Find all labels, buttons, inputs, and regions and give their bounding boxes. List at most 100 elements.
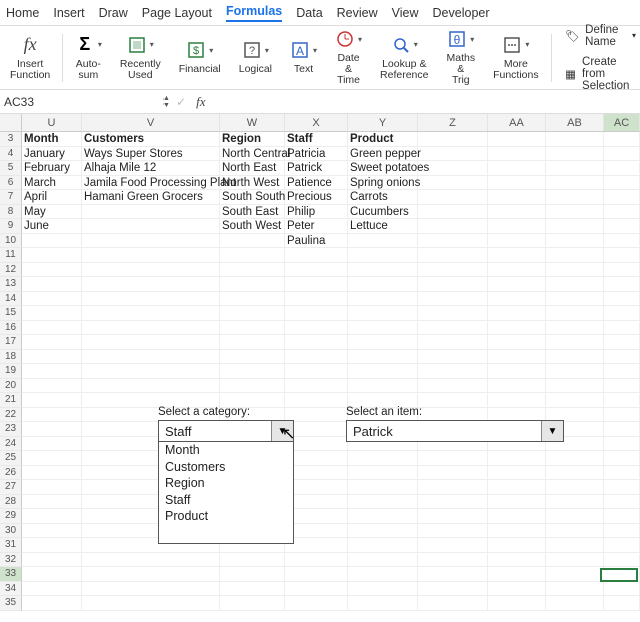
cell-X19[interactable]: [285, 364, 348, 379]
cell-AB7[interactable]: [546, 190, 604, 205]
cell-W5[interactable]: North East: [220, 161, 285, 176]
row-header-8[interactable]: 8: [0, 205, 22, 220]
cell-AA8[interactable]: [488, 205, 546, 220]
cell-Y19[interactable]: [348, 364, 418, 379]
cell-X9[interactable]: Peter: [285, 219, 348, 234]
row-header-18[interactable]: 18: [0, 350, 22, 365]
cell-Y35[interactable]: [348, 596, 418, 611]
cell-AC25[interactable]: [604, 451, 640, 466]
cell-Z5[interactable]: [418, 161, 488, 176]
name-box-spinner[interactable]: ▲▼: [163, 95, 170, 109]
cell-AC20[interactable]: [604, 379, 640, 394]
ribbon-maths-trig[interactable]: θ▾Maths &Trig: [441, 28, 482, 87]
row-header-11[interactable]: 11: [0, 248, 22, 263]
item-combo[interactable]: Patrick ▼: [346, 420, 564, 442]
category-combo[interactable]: Staff ▼: [158, 420, 294, 442]
name-box[interactable]: ▲▼: [0, 90, 146, 113]
row-header-25[interactable]: 25: [0, 451, 22, 466]
cell-AA31[interactable]: [488, 538, 546, 553]
row-header-3[interactable]: 3: [0, 132, 22, 147]
cell-X11[interactable]: [285, 248, 348, 263]
cell-AA17[interactable]: [488, 335, 546, 350]
cell-AC27[interactable]: [604, 480, 640, 495]
cell-AB26[interactable]: [546, 466, 604, 481]
cell-X22[interactable]: [285, 408, 348, 423]
cell-Z25[interactable]: [418, 451, 488, 466]
cell-X25[interactable]: [285, 451, 348, 466]
cell-Y5[interactable]: Sweet potatoes: [348, 161, 418, 176]
cell-Z21[interactable]: [418, 393, 488, 408]
category-dropdown-list[interactable]: MonthCustomersRegionStaffProduct: [158, 442, 294, 544]
cell-W6[interactable]: North West: [220, 176, 285, 191]
cell-AB14[interactable]: [546, 292, 604, 307]
cell-AC28[interactable]: [604, 495, 640, 510]
cell-Y8[interactable]: Cucumbers: [348, 205, 418, 220]
cell-Z9[interactable]: [418, 219, 488, 234]
col-header-AC[interactable]: AC: [604, 114, 640, 131]
cell-U25[interactable]: [22, 451, 82, 466]
cell-V6[interactable]: Jamila Food Processing Plant: [82, 176, 220, 191]
cell-AA13[interactable]: [488, 277, 546, 292]
cell-Y12[interactable]: [348, 263, 418, 278]
ribbon-logical[interactable]: ?▾Logical: [233, 28, 278, 87]
cell-Y29[interactable]: [348, 509, 418, 524]
cell-W12[interactable]: [220, 263, 285, 278]
cell-U32[interactable]: [22, 553, 82, 568]
cell-W3[interactable]: Region: [220, 132, 285, 147]
cell-U23[interactable]: [22, 422, 82, 437]
cell-Z31[interactable]: [418, 538, 488, 553]
cell-W15[interactable]: [220, 306, 285, 321]
cell-Z14[interactable]: [418, 292, 488, 307]
cell-AB21[interactable]: [546, 393, 604, 408]
cell-X30[interactable]: [285, 524, 348, 539]
cell-Z33[interactable]: [418, 567, 488, 582]
cell-X20[interactable]: [285, 379, 348, 394]
cell-U5[interactable]: February: [22, 161, 82, 176]
cell-Y3[interactable]: Product: [348, 132, 418, 147]
row-header-7[interactable]: 7: [0, 190, 22, 205]
cell-Z26[interactable]: [418, 466, 488, 481]
cell-Z19[interactable]: [418, 364, 488, 379]
cell-AC30[interactable]: [604, 524, 640, 539]
cell-Z35[interactable]: [418, 596, 488, 611]
cell-AC3[interactable]: [604, 132, 640, 147]
cell-AC5[interactable]: [604, 161, 640, 176]
cell-V32[interactable]: [82, 553, 220, 568]
cell-Y32[interactable]: [348, 553, 418, 568]
cell-AC12[interactable]: [604, 263, 640, 278]
category-combo-arrow[interactable]: ▼: [271, 421, 293, 441]
cell-U22[interactable]: [22, 408, 82, 423]
category-option-customers[interactable]: Customers: [159, 459, 293, 476]
cell-X16[interactable]: [285, 321, 348, 336]
row-header-24[interactable]: 24: [0, 437, 22, 452]
cell-X24[interactable]: [285, 437, 348, 452]
cell-V3[interactable]: Customers: [82, 132, 220, 147]
cell-V7[interactable]: Hamani Green Grocers: [82, 190, 220, 205]
cell-Z8[interactable]: [418, 205, 488, 220]
cell-AC9[interactable]: [604, 219, 640, 234]
cell-AC34[interactable]: [604, 582, 640, 597]
cell-AC24[interactable]: [604, 437, 640, 452]
cell-X31[interactable]: [285, 538, 348, 553]
cell-U13[interactable]: [22, 277, 82, 292]
active-cell[interactable]: [600, 568, 638, 582]
cell-Z18[interactable]: [418, 350, 488, 365]
menu-item-data[interactable]: Data: [296, 6, 322, 20]
cell-AA21[interactable]: [488, 393, 546, 408]
row-header-5[interactable]: 5: [0, 161, 22, 176]
cell-U20[interactable]: [22, 379, 82, 394]
cell-AC22[interactable]: [604, 408, 640, 423]
row-header-31[interactable]: 31: [0, 538, 22, 553]
cell-X33[interactable]: [285, 567, 348, 582]
row-header-13[interactable]: 13: [0, 277, 22, 292]
cell-Z17[interactable]: [418, 335, 488, 350]
menu-item-insert[interactable]: Insert: [53, 6, 84, 20]
cell-U16[interactable]: [22, 321, 82, 336]
ribbon-date-time[interactable]: ▾Date &Time: [329, 28, 368, 87]
cell-X17[interactable]: [285, 335, 348, 350]
cell-X3[interactable]: Staff: [285, 132, 348, 147]
cell-V8[interactable]: [82, 205, 220, 220]
category-option-region[interactable]: Region: [159, 475, 293, 492]
cell-AC35[interactable]: [604, 596, 640, 611]
cell-Y31[interactable]: [348, 538, 418, 553]
